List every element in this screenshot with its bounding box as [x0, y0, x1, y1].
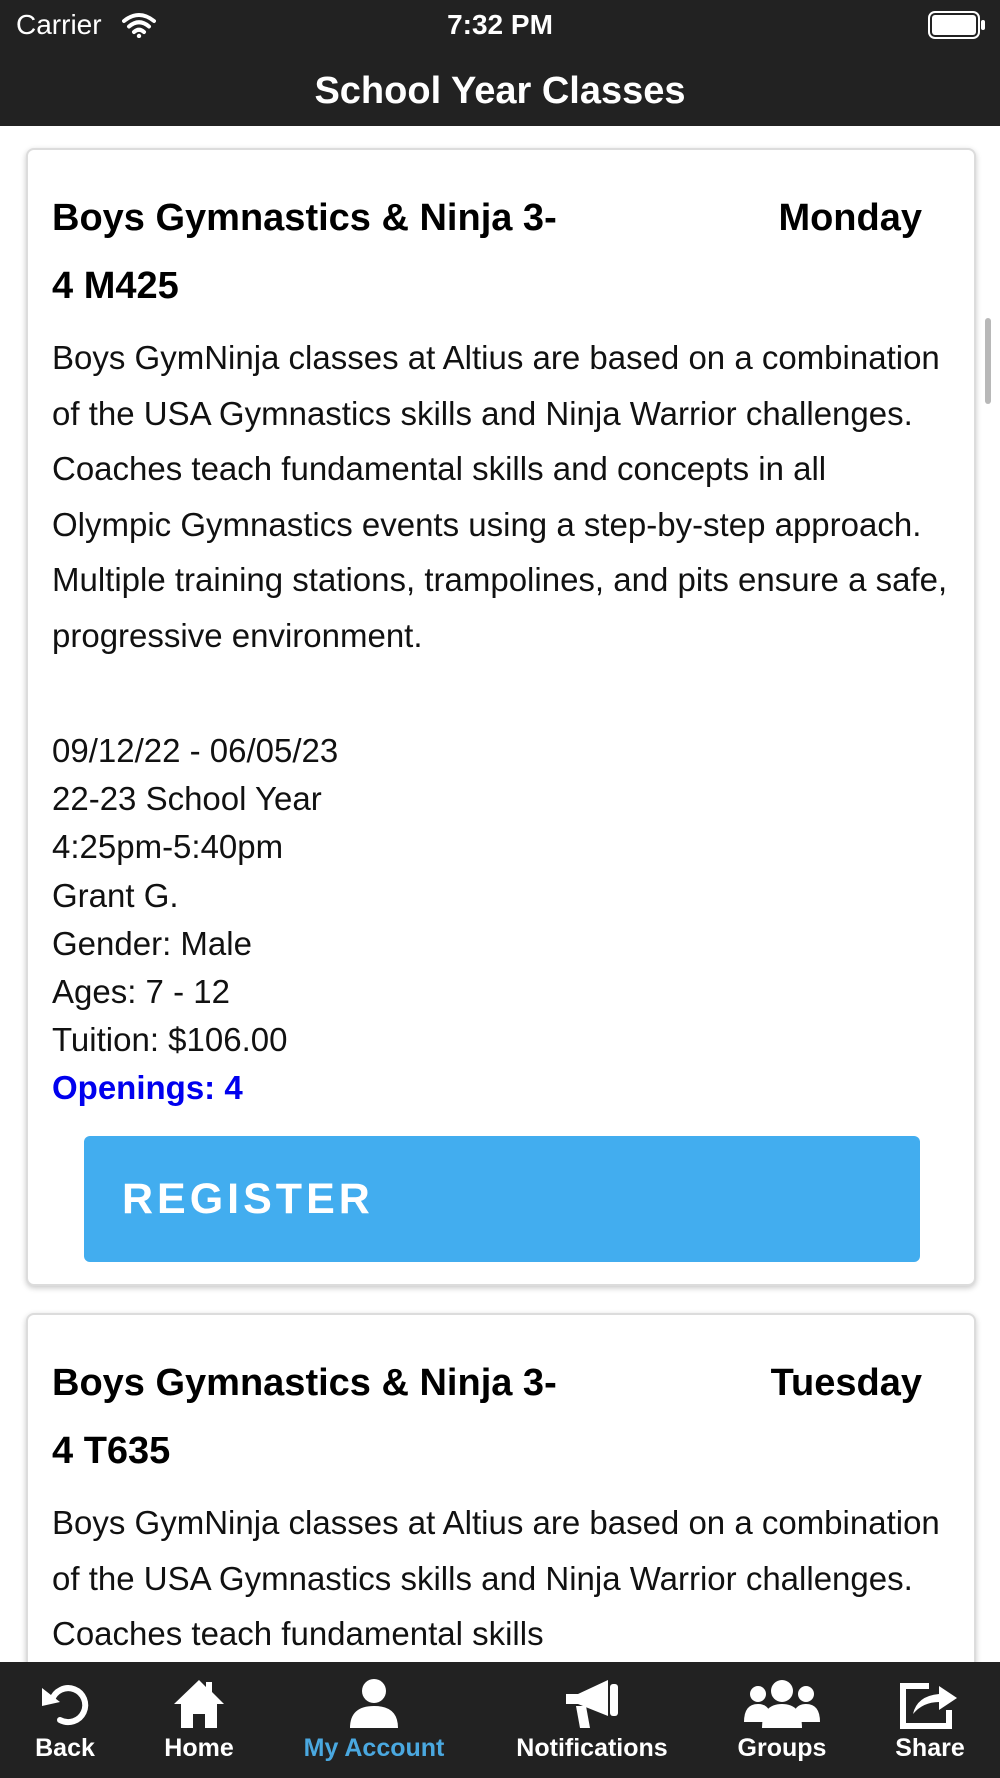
class-details: 09/12/22 - 06/05/23 22-23 School Year 4:…: [52, 727, 852, 1113]
megaphone-icon: [566, 1680, 618, 1728]
class-tuition: Tuition: $106.00: [52, 1021, 288, 1059]
class-title-line: Boys Gymnastics & Ninja 3-: [52, 1362, 557, 1404]
page-title: School Year Classes: [314, 70, 686, 112]
class-card: Boys Gymnastics & Ninja 3- 4 T635 Tuesda…: [26, 1313, 976, 1662]
class-session: 22-23 School Year: [52, 780, 322, 818]
class-gender: Gender: Male: [52, 924, 252, 962]
groups-icon: [744, 1680, 820, 1728]
scrollbar[interactable]: [985, 318, 991, 404]
class-title-line: Boys Gymnastics & Ninja 3-: [52, 197, 557, 239]
status-bar: Carrier 7:32 PM: [0, 0, 1000, 50]
tab-label: Groups: [737, 1734, 827, 1762]
account-icon: [350, 1679, 398, 1728]
clock-time: 7:32 PM: [447, 9, 553, 40]
tab-label: Home: [164, 1734, 234, 1762]
class-time: 4:25pm-5:40pm: [52, 828, 284, 866]
class-title: Boys Gymnastics & Ninja 3- 4 M425: [52, 184, 652, 320]
class-card: Boys Gymnastics & Ninja 3- 4 M425 Monday…: [26, 148, 976, 1286]
tab-notifications[interactable]: Notifications: [508, 1662, 676, 1778]
class-title-line: 4 T635: [52, 1430, 171, 1472]
tab-label: Back: [35, 1734, 95, 1762]
register-button[interactable]: REGISTER: [84, 1136, 920, 1262]
class-openings: Openings: 4: [52, 1069, 243, 1107]
class-instructor: Grant G.: [52, 876, 179, 914]
class-dates: 09/12/22 - 06/05/23: [52, 732, 339, 769]
battery-icon: [928, 11, 985, 39]
class-title-line: 4 M425: [52, 265, 179, 307]
tab-back[interactable]: Back: [22, 1662, 108, 1778]
tab-home[interactable]: Home: [142, 1662, 256, 1778]
class-day: Tuesday: [770, 1362, 922, 1404]
class-day: Monday: [778, 197, 922, 239]
class-description: Boys GymNinja classes at Altius are base…: [52, 339, 948, 654]
tab-share[interactable]: Share: [884, 1662, 976, 1778]
navigation-bar: School Year Classes: [0, 50, 1000, 126]
class-list[interactable]: Boys Gymnastics & Ninja 3- 4 M425 Monday…: [0, 126, 1000, 1662]
class-title: Boys Gymnastics & Ninja 3- 4 T635: [52, 1349, 652, 1485]
tab-label: Share: [895, 1734, 965, 1762]
home-icon: [174, 1680, 224, 1728]
class-description: Boys GymNinja classes at Altius are base…: [52, 1504, 940, 1652]
share-icon: [900, 1683, 957, 1729]
tab-label: Notifications: [516, 1734, 668, 1762]
class-ages: Ages: 7 - 12: [52, 973, 230, 1011]
tab-bar: Back Home My Account Notifications Group…: [0, 1662, 1000, 1778]
tab-groups[interactable]: Groups: [732, 1662, 832, 1778]
back-icon: [42, 1685, 89, 1726]
tab-label: My Account: [303, 1734, 445, 1762]
tab-my-account[interactable]: My Account: [296, 1662, 452, 1778]
